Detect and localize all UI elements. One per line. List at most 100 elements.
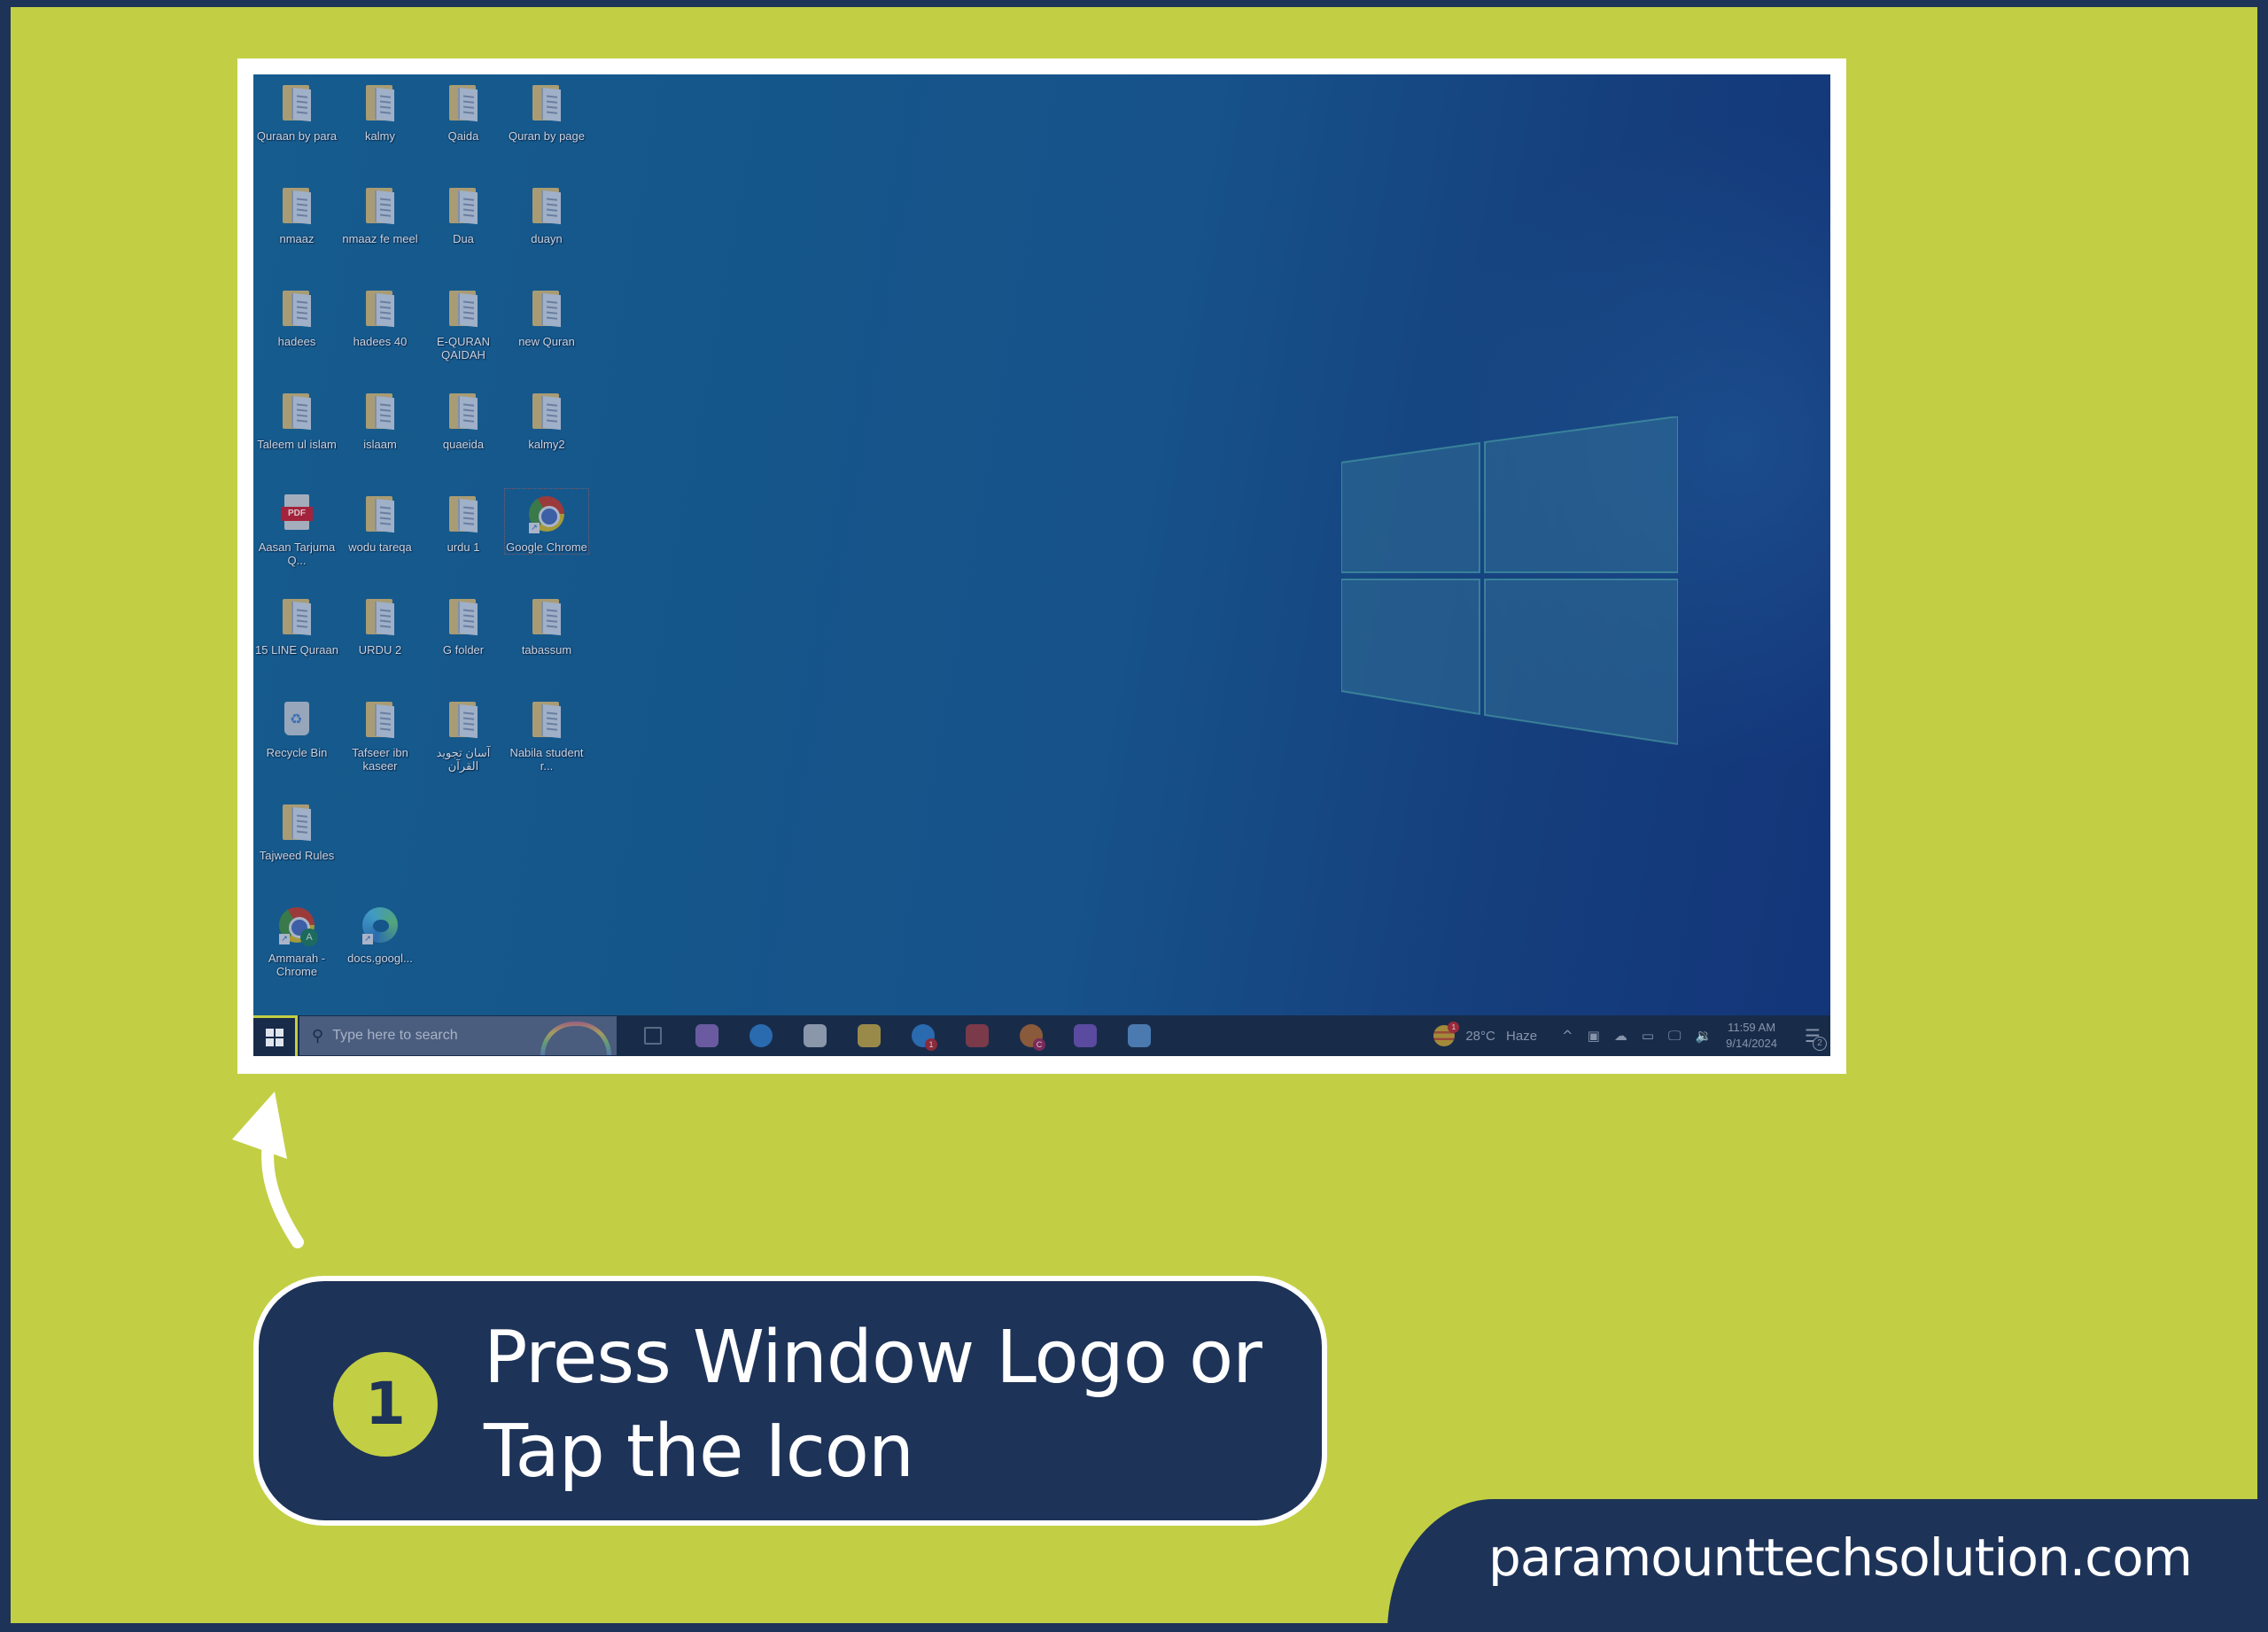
desktop-icon-dua[interactable]: Dua [422,181,505,245]
desktop-icon-tafseer-ibn-kaseer[interactable]: Tafseer ibn kaseer [338,695,422,773]
desktop-icon-kalmy[interactable]: kalmy [338,78,422,143]
desktop-icon-label: tabassum [521,643,572,657]
desktop-icon-qaida[interactable]: Qaida [422,78,505,143]
weather-text[interactable]: 28°C Haze [1465,1029,1537,1044]
desktop-icon-label: URDU 2 [358,643,402,657]
desktop-icon-tajweed-rules[interactable]: Tajweed Rules [255,797,338,862]
step-number-badge: 1 [333,1352,438,1457]
desktop-icon-nabila-student-r[interactable]: Nabila student r... [505,695,588,773]
desktop-icon-aasan-tarjuma-q[interactable]: PDF Aasan Tarjuma Q... [255,489,338,567]
desktop-icon-tabassum[interactable]: tabassum [505,592,588,657]
desktop-icon-15-line-quraan[interactable]: 15 LINE Quraan [255,592,338,657]
folder-icon [529,82,564,126]
chevron-up-icon[interactable]: ^ [1562,1028,1573,1044]
desktop-icon-recycle-bin[interactable]: Recycle Bin [255,695,338,759]
desktop-icon-quran-by-page[interactable]: Quran by page [505,78,588,143]
brand-website: paramounttechsolution.com [1488,1527,2193,1588]
app-badge: 1 [925,1038,937,1051]
desktop-icon-label: 15 LINE Quraan [255,643,338,657]
folder-icon [279,595,315,640]
desktop-icon-label: Taleem ul islam [257,438,337,451]
desktop-icon-g-folder[interactable]: G folder [422,592,505,657]
folder-icon [279,287,315,331]
desktop-icon-urdu-1[interactable]: urdu 1 [422,489,505,554]
battery-icon[interactable]: ▭ [1642,1028,1654,1044]
taskbar-clock[interactable]: 11:59 AM 9/14/2024 [1726,1020,1777,1052]
desktop-icon-label: docs.googl... [347,952,413,965]
notification-count: 2 [1813,1037,1827,1051]
desktop-icon-label: Aasan Tarjuma Q... [258,540,336,567]
desktop-icon-label: nmaaz fe meel [342,232,418,245]
taskbar-app-edge[interactable] [734,1015,788,1056]
desktop-icon-duayn[interactable]: duayn [505,181,588,245]
search-highlight-rainbow-icon [540,1022,611,1055]
instruction-line-2: Tap the Icon [484,1410,914,1494]
start-button[interactable] [253,1015,298,1056]
desktop-icon-docs-googl[interactable]: ↗ docs.googl... [338,900,422,965]
desktop-icon-quraan-by-para[interactable]: Quraan by para [255,78,338,143]
folder-icon [446,184,481,229]
desktop-icon-label: kalmy [365,129,395,143]
taskbar-search-box[interactable]: ⚲ Type here to search [299,1016,617,1055]
snipping-tool-icon [965,1024,989,1047]
weather-icon[interactable] [1433,1022,1460,1046]
taskbar-app-copilot[interactable] [680,1015,734,1056]
folder-icon [362,184,398,229]
desktop-icon-ammarah-chrome[interactable]: A ↗ Ammarah - Chrome [255,900,338,978]
desktop-icon-label: quaeida [442,438,485,451]
desktop-icon-quaeida[interactable]: quaeida [422,386,505,451]
desktop-icon-hadees-40[interactable]: hadees 40 [338,284,422,348]
folder-icon [362,698,398,742]
folder-icon [446,595,481,640]
desktop-icon-urdu-2[interactable]: URDU 2 [338,592,422,657]
clock-time: 11:59 AM [1728,1021,1776,1034]
desktop-icon-hadees[interactable]: hadees [255,284,338,348]
desktop-icon-islaam[interactable]: islaam [338,386,422,451]
instruction-callout: 1 Press Window Logo or Tap the Icon [253,1276,1327,1526]
folder-icon [529,390,564,434]
desktop-icon-google-chrome[interactable]: ↗ Google Chrome [504,488,589,555]
desktop-icon-label: G folder [442,643,485,657]
mail-icon [803,1024,827,1047]
taskbar-app-paint[interactable] [1058,1015,1112,1056]
desktop-icon-wodu-tareqa[interactable]: wodu tareqa [338,489,422,554]
desktop-icon-label: wodu tareqa [348,540,412,554]
volume-icon[interactable]: 🔉 [1695,1028,1712,1044]
taskbar-app-skype[interactable]: 1 [896,1015,950,1056]
notification-center-button[interactable]: ☰ 2 [1795,1015,1830,1056]
desktop-icon-label: Ammarah - Chrome [268,952,326,978]
curved-arrow-icon [232,1092,304,1248]
desktop-icon-label: Quraan by para [256,129,338,143]
folder-icon [362,82,398,126]
folder-icon [362,493,398,537]
taskbar-app-chrome[interactable]: C [1004,1015,1058,1056]
desktop-icon-label: new Quran [518,335,575,348]
desktop-icon-nmaaz-fe-meel[interactable]: nmaaz fe meel [338,181,422,245]
desktop-icon-label: آسان تجوید القرآن [436,746,491,773]
onedrive-cloud-icon[interactable]: ☁ [1614,1028,1627,1044]
network-icon[interactable]: 🖵 [1668,1028,1681,1044]
chrome-icon: ↗ [529,493,564,537]
desktop-icon-label: Recycle Bin [266,746,328,759]
meet-now-icon[interactable]: ▣ [1588,1028,1600,1044]
desktop-icon-label: E-QURAN QAIDAH [437,335,490,361]
taskbar-app-file-explorer[interactable] [842,1015,896,1056]
taskbar-app-control-panel[interactable] [1112,1015,1166,1056]
desktop-icon-taleem-ul-islam[interactable]: Taleem ul islam [255,386,338,451]
desktop-icon-label: islaam [363,438,397,451]
desktop-icon-nmaaz[interactable]: nmaaz [255,181,338,245]
taskbar-app-snipping-tool[interactable] [950,1015,1004,1056]
desktop-icon-new-quran[interactable]: new Quran [505,284,588,348]
screenshot-frame: Quraan by para kalmy Qaida Quran by page nma… [237,58,1846,1074]
taskbar-app-mail[interactable] [788,1015,842,1056]
folder-icon [446,493,481,537]
taskbar-app-task-view[interactable] [625,1015,680,1056]
desktop-icon-arabic-title[interactable]: آسان تجوید القرآن [422,695,505,773]
file-explorer-icon [857,1024,881,1047]
desktop-icon-kalmy2[interactable]: kalmy2 [505,386,588,451]
folder-icon [279,390,315,434]
desktop-icon-label: urdu 1 [447,540,480,554]
search-icon: ⚲ [312,1026,324,1045]
desktop-icon-e-quran-qaidah[interactable]: E-QURAN QAIDAH [422,284,505,361]
desktop-icon-label: hadees [277,335,316,348]
